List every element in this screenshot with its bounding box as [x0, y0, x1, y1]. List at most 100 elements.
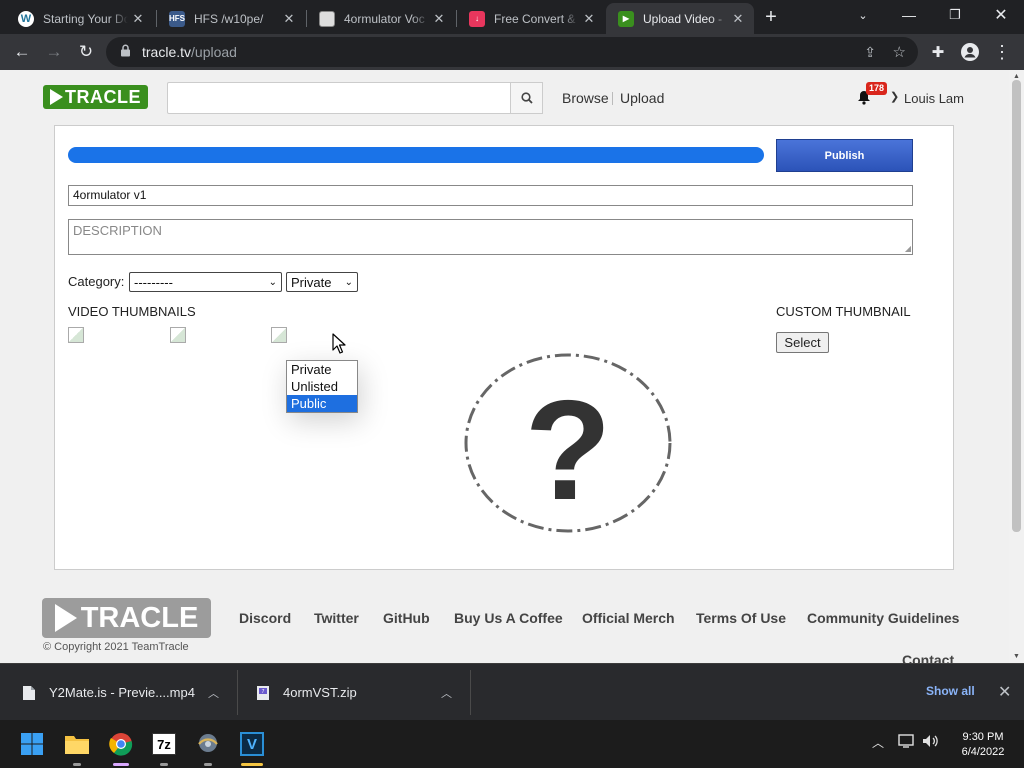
download-filename: Y2Mate.is - Previe....mp4 — [49, 685, 195, 700]
video-thumbnails-label: VIDEO THUMBNAILS — [68, 304, 196, 319]
url-host: tracle.tv — [142, 44, 192, 60]
play-icon — [54, 604, 77, 632]
footer-link-guidelines[interactable]: Community Guidelines — [807, 610, 959, 626]
category-value: --------- — [134, 274, 173, 290]
clock-date: 6/4/2022 — [961, 746, 1005, 758]
privacy-option-unlisted[interactable]: Unlisted — [287, 378, 357, 395]
reload-icon[interactable]: ↻ — [72, 38, 100, 66]
resize-grip-icon[interactable]: ◢ — [905, 244, 911, 253]
category-select[interactable]: --------- ⌄ — [129, 272, 282, 292]
running-indicator — [73, 763, 81, 766]
close-shelf-icon[interactable]: ✕ — [998, 682, 1011, 702]
start-icon[interactable] — [16, 728, 48, 760]
play-icon — [50, 89, 63, 105]
tab-search-icon[interactable]: ⌄ — [840, 0, 886, 30]
notification-count-badge: 178 — [866, 82, 888, 95]
show-all-downloads-link[interactable]: Show all — [926, 684, 975, 698]
page-scrollbar[interactable]: ▲ ▼ — [1009, 70, 1024, 663]
tab-title: Starting Your Do — [43, 11, 128, 26]
select-thumbnail-button[interactable]: Select — [776, 332, 829, 353]
search-input[interactable] — [167, 82, 511, 114]
custom-thumbnail-label: CUSTOM THUMBNAIL — [776, 304, 911, 319]
nav-divider — [612, 92, 613, 105]
nav-upload[interactable]: Upload — [620, 90, 664, 106]
chevron-up-icon[interactable]: ︿ — [208, 685, 219, 701]
minimize-icon[interactable]: — — [886, 0, 932, 30]
footer-logo[interactable]: TRACLE — [42, 598, 211, 638]
upload-panel: Publish 4ormulator v1 DESCRIPTION ◢ Cate… — [54, 125, 954, 570]
privacy-value: Private — [291, 274, 332, 290]
nav-browse[interactable]: Browse — [562, 90, 609, 106]
tab-4ormulator[interactable]: 4ormulator Voc ✕ — [307, 3, 455, 34]
footer-link-buy-coffee[interactable]: Buy Us A Coffee — [454, 610, 563, 626]
close-tab-icon[interactable]: ✕ — [128, 11, 148, 27]
video-thumbnail-1[interactable] — [68, 327, 84, 343]
profile-icon[interactable] — [956, 38, 984, 66]
footer-link-contact[interactable]: Contact — [902, 652, 954, 663]
file-explorer-icon[interactable] — [61, 728, 93, 766]
footer-link-discord[interactable]: Discord — [239, 610, 291, 626]
tab-strip: W Starting Your Do ✕ HFS HFS /w10pe/ ✕ 4… — [0, 0, 1024, 34]
privacy-option-private[interactable]: Private — [287, 361, 357, 378]
user-menu-chevron-icon[interactable]: ❯ — [890, 90, 899, 103]
new-tab-icon[interactable]: + — [755, 2, 787, 32]
page-content: TRACLE Browse Upload 178 ❯ Louis Lam Pub… — [0, 70, 1009, 663]
chrome-icon[interactable] — [105, 728, 137, 766]
network-icon[interactable] — [898, 734, 916, 751]
publish-button[interactable]: Publish — [776, 139, 913, 172]
window-close-icon[interactable]: ✕ — [978, 0, 1024, 30]
forward-icon[interactable]: → — [40, 38, 68, 66]
share-icon[interactable]: ⇪ — [864, 44, 876, 61]
volume-icon[interactable] — [922, 734, 940, 751]
close-tab-icon[interactable]: ✕ — [429, 11, 449, 27]
browser-menu-icon[interactable]: ⋮ — [988, 38, 1016, 66]
tab-wordpress[interactable]: W Starting Your Do ✕ — [6, 3, 154, 34]
chevron-down-icon: ⌄ — [268, 276, 277, 288]
zip-icon: 7 — [257, 685, 269, 700]
tab-hfs[interactable]: HFS HFS /w10pe/ ✕ — [157, 3, 305, 34]
search-icon — [520, 92, 533, 104]
video-thumbnail-3[interactable] — [271, 327, 287, 343]
tab-title: 4ormulator Voc — [344, 11, 425, 26]
scrollbar-thumb[interactable] — [1012, 80, 1021, 532]
restore-icon[interactable]: ❐ — [932, 0, 978, 30]
download-item[interactable]: 7 4ormVST.zip ︿ — [256, 664, 466, 721]
scroll-up-icon[interactable]: ▲ — [1009, 73, 1024, 80]
privacy-option-public[interactable]: Public — [287, 395, 357, 412]
app-icon[interactable] — [192, 728, 224, 766]
chevron-up-icon[interactable]: ︿ — [441, 685, 452, 701]
user-name[interactable]: Louis Lam — [904, 91, 964, 106]
upload-progress-bar — [68, 147, 764, 163]
privacy-select[interactable]: Private ⌄ — [286, 272, 358, 292]
scroll-down-icon[interactable]: ▼ — [1009, 653, 1024, 660]
address-bar[interactable]: tracle.tv/upload ⇪ ☆ — [106, 37, 918, 67]
tab-upload-video[interactable]: ▶ Upload Video - ✕ — [606, 3, 754, 34]
download-item[interactable]: Y2Mate.is - Previe....mp4 ︿ — [22, 664, 232, 721]
7zip-icon[interactable]: 7z — [148, 728, 180, 766]
footer-link-merch[interactable]: Official Merch — [582, 610, 675, 626]
close-tab-icon[interactable]: ✕ — [279, 11, 299, 27]
tracle-logo[interactable]: TRACLE — [43, 85, 148, 109]
system-clock[interactable]: 9:30 PM 6/4/2022 — [950, 730, 1016, 760]
video-title-input[interactable]: 4ormulator v1 — [68, 185, 913, 206]
close-tab-icon[interactable]: ✕ — [579, 11, 599, 27]
extensions-icon[interactable]: ✚ — [924, 38, 952, 66]
bookmark-star-icon[interactable]: ☆ — [893, 43, 906, 61]
clock-time: 9:30 PM — [962, 731, 1004, 743]
footer-link-terms[interactable]: Terms Of Use — [696, 610, 786, 626]
close-tab-icon[interactable]: ✕ — [728, 11, 748, 27]
vst-icon[interactable]: V — [236, 728, 268, 766]
search-button[interactable] — [510, 82, 543, 114]
tab-title: Upload Video - — [643, 11, 723, 26]
footer-link-twitter[interactable]: Twitter — [314, 610, 359, 626]
tab-free-convert[interactable]: ↓ Free Convert & ✕ — [457, 3, 605, 34]
footer-logo-text: TRACLE — [80, 601, 199, 634]
video-thumbnail-2[interactable] — [170, 327, 186, 343]
tray-overflow-icon[interactable]: ︿ — [872, 734, 884, 751]
back-icon[interactable]: ← — [8, 38, 36, 66]
privacy-dropdown-list: Private Unlisted Public — [286, 360, 358, 413]
footer-link-github[interactable]: GitHub — [383, 610, 430, 626]
svg-text:7: 7 — [262, 689, 265, 695]
windows-taskbar: 7z V ︿ 9:30 PM 6/4/2022 — [0, 720, 1024, 768]
description-textarea[interactable]: DESCRIPTION ◢ — [68, 219, 913, 255]
